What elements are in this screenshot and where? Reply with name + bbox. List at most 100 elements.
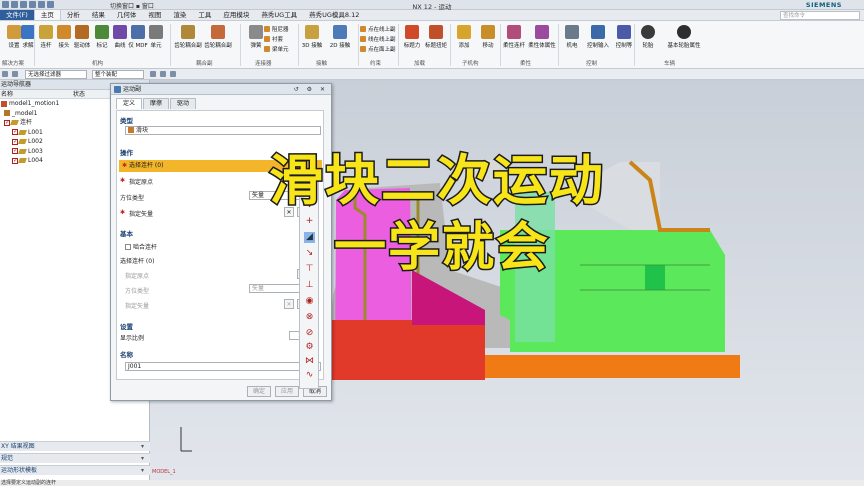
2d-contact-icon bbox=[333, 25, 347, 39]
tab-yanxiu-tools[interactable]: 燕秀UG工具 bbox=[255, 10, 303, 20]
tab-friction[interactable]: 摩擦 bbox=[143, 98, 170, 109]
tab-definition[interactable]: 定义 bbox=[116, 98, 143, 109]
flexible-link-label: 柔性连杆 bbox=[502, 43, 525, 49]
tab-geometry[interactable]: 几何体 bbox=[111, 10, 143, 20]
damper-button[interactable]: 阻尼器 bbox=[264, 25, 289, 33]
beam-element-button[interactable]: 梁单元 bbox=[264, 45, 289, 53]
gear-coupler-button[interactable]: 齿轮耦合副 bbox=[174, 25, 202, 49]
flexible-props-button[interactable]: 柔性体属性 bbox=[528, 25, 556, 49]
joint-type-select[interactable]: 滑块 bbox=[125, 126, 321, 135]
joint-name-input[interactable]: J001 bbox=[125, 362, 321, 371]
point-on-surface-icon bbox=[360, 46, 366, 52]
assembly-filter-select[interactable]: 整个装配 bbox=[92, 70, 144, 79]
curve-on-curve-button[interactable]: 线在线上副 bbox=[360, 35, 396, 43]
cable-icon[interactable]: ∿ bbox=[304, 370, 315, 381]
select-all-icon[interactable] bbox=[150, 71, 156, 77]
tab-view[interactable]: 视图 bbox=[142, 10, 167, 20]
tab-home[interactable]: 主页 bbox=[33, 10, 61, 20]
group-label: 柔性 bbox=[520, 61, 532, 67]
panel-label: 运动形状模板 bbox=[1, 467, 38, 474]
group-separator bbox=[170, 24, 171, 66]
tab-file[interactable]: 文件(F) bbox=[0, 10, 34, 20]
spring-icon bbox=[249, 25, 263, 39]
mechatronic-button[interactable]: 机电 bbox=[558, 25, 586, 49]
curve-on-curve-label: 线在线上副 bbox=[368, 37, 396, 43]
settings-section-header[interactable]: 设置 bbox=[120, 321, 133, 331]
flexible-link-button[interactable]: 柔性连杆 bbox=[500, 25, 528, 49]
2d-contact-button[interactable]: 2D 接触 bbox=[326, 25, 354, 49]
panel-shape-template[interactable]: 运动形状模板 ▾ bbox=[0, 465, 150, 475]
fixed-icon[interactable]: ⊘ bbox=[304, 328, 315, 339]
filter-icon[interactable] bbox=[170, 71, 176, 77]
control-input-button[interactable]: 控制输入 bbox=[584, 25, 612, 49]
damper-label: 阻尼器 bbox=[272, 27, 289, 33]
deselect-icon[interactable] bbox=[160, 71, 166, 77]
group-label: 子机构 bbox=[462, 61, 479, 67]
point-on-surface-button[interactable]: 点在面上副 bbox=[360, 45, 396, 53]
tab-analysis[interactable]: 分析 bbox=[61, 10, 86, 20]
type-section-header[interactable]: 类型 bbox=[120, 115, 133, 125]
planar-icon[interactable]: ⊗ bbox=[304, 312, 315, 323]
dialog-window-controls[interactable]: ↺ ⚙ ✕ bbox=[294, 84, 328, 95]
dialog-title-bar[interactable]: 运动副 ↺ ⚙ ✕ bbox=[111, 84, 331, 95]
display-scale-label: 显示比例 bbox=[120, 335, 145, 342]
3d-contact-icon bbox=[305, 25, 319, 39]
control-eq-label: 控制等 bbox=[615, 43, 633, 49]
column-name[interactable]: 名称 bbox=[1, 90, 13, 99]
title-bar: 切换窗口 ▪ 窗口 NX 12 - 运动 SIEMENS bbox=[0, 0, 864, 11]
ok-button[interactable]: 确定 bbox=[247, 386, 271, 397]
rack-icon[interactable]: ⋈ bbox=[304, 356, 315, 367]
overlay-caption-line1: 滑块二次运动 bbox=[268, 148, 605, 214]
scalar-torque-button[interactable]: 标题扭矩 bbox=[422, 25, 450, 49]
status-bar: 选择要定义运动副的连杆 bbox=[0, 480, 864, 486]
damper-icon bbox=[264, 26, 270, 32]
ribbon: 设置 求解 连杆 接头 驱动体 标记 曲线 仅 MDF 单元 齿轮耦合副 齿轮耦… bbox=[0, 21, 864, 69]
group-label: 解决方案 bbox=[2, 61, 25, 67]
group-label: 机构 bbox=[92, 61, 104, 67]
move-button[interactable]: 移动 bbox=[474, 25, 502, 49]
spring-label: 弹簧 bbox=[250, 43, 262, 49]
apply-button[interactable]: 应用 bbox=[275, 386, 299, 397]
group-label: 约束 bbox=[370, 61, 382, 67]
panel-label: XY 结果视图 bbox=[1, 443, 35, 450]
group-label: 控制 bbox=[586, 61, 598, 67]
ribbon-tabs: 文件(F) 主页 分析 结果 几何体 视图 渲染 工具 应用模块 燕秀UG工具 … bbox=[0, 10, 864, 21]
control-input-label: 控制输入 bbox=[586, 43, 609, 49]
tab-yanxiu-mold[interactable]: 燕秀UG模具8.12 bbox=[303, 10, 365, 20]
menu-icon[interactable] bbox=[2, 71, 8, 77]
tree-item-label: _model1 bbox=[12, 109, 38, 117]
gear-coupler-label: 齿轮耦合副 bbox=[174, 43, 202, 49]
type-filter-select[interactable]: 无选择过滤器 bbox=[25, 70, 87, 79]
panel-xy-results[interactable]: XY 结果视图 ▾ bbox=[0, 441, 150, 451]
snap-icon[interactable] bbox=[12, 71, 18, 77]
gear2-icon bbox=[211, 25, 225, 39]
scalar-torque-label: 标题扭矩 bbox=[424, 43, 447, 49]
tire-button[interactable]: 轮胎 bbox=[634, 25, 662, 49]
orient-type2-select: 矢量 bbox=[249, 284, 301, 293]
dialog-footer: 确定 应用 取消 bbox=[111, 384, 331, 400]
name-section-header[interactable]: 名称 bbox=[120, 349, 133, 359]
point-on-curve-button[interactable]: 点在线上副 bbox=[360, 25, 396, 33]
point-on-curve-label: 点在线上副 bbox=[368, 27, 396, 33]
3d-contact-button[interactable]: 3D 接触 bbox=[298, 25, 326, 49]
tab-render[interactable]: 渲染 bbox=[167, 10, 192, 20]
2d-contact-label: 2D 接触 bbox=[329, 43, 351, 49]
unit-button[interactable]: 单元 bbox=[142, 25, 170, 49]
tab-results[interactable]: 结果 bbox=[86, 10, 111, 20]
orient-type2-label: 方位类型 bbox=[125, 288, 150, 295]
tab-applications[interactable]: 应用模块 bbox=[217, 10, 255, 20]
panel-spec[interactable]: 规范 ▾ bbox=[0, 453, 150, 463]
search-input[interactable]: 查找命令 bbox=[780, 11, 860, 20]
tire-props-button[interactable]: 基本轮胎属性 bbox=[664, 25, 704, 49]
gear-coupler2-button[interactable]: 齿轮耦合副 bbox=[204, 25, 232, 49]
slider-icon bbox=[128, 127, 134, 133]
tab-driver[interactable]: 驱动 bbox=[170, 98, 197, 109]
group-label: 耦合副 bbox=[196, 61, 213, 67]
group-separator bbox=[240, 24, 241, 66]
tab-tools[interactable]: 工具 bbox=[192, 10, 217, 20]
gear-icon[interactable]: ⚙ bbox=[304, 342, 315, 353]
spherical-icon[interactable]: ◉ bbox=[304, 296, 315, 307]
bushing-button[interactable]: 衬套 bbox=[264, 35, 283, 43]
column-status[interactable]: 状态 bbox=[73, 90, 85, 99]
universal-icon[interactable]: ⊥ bbox=[304, 280, 315, 291]
